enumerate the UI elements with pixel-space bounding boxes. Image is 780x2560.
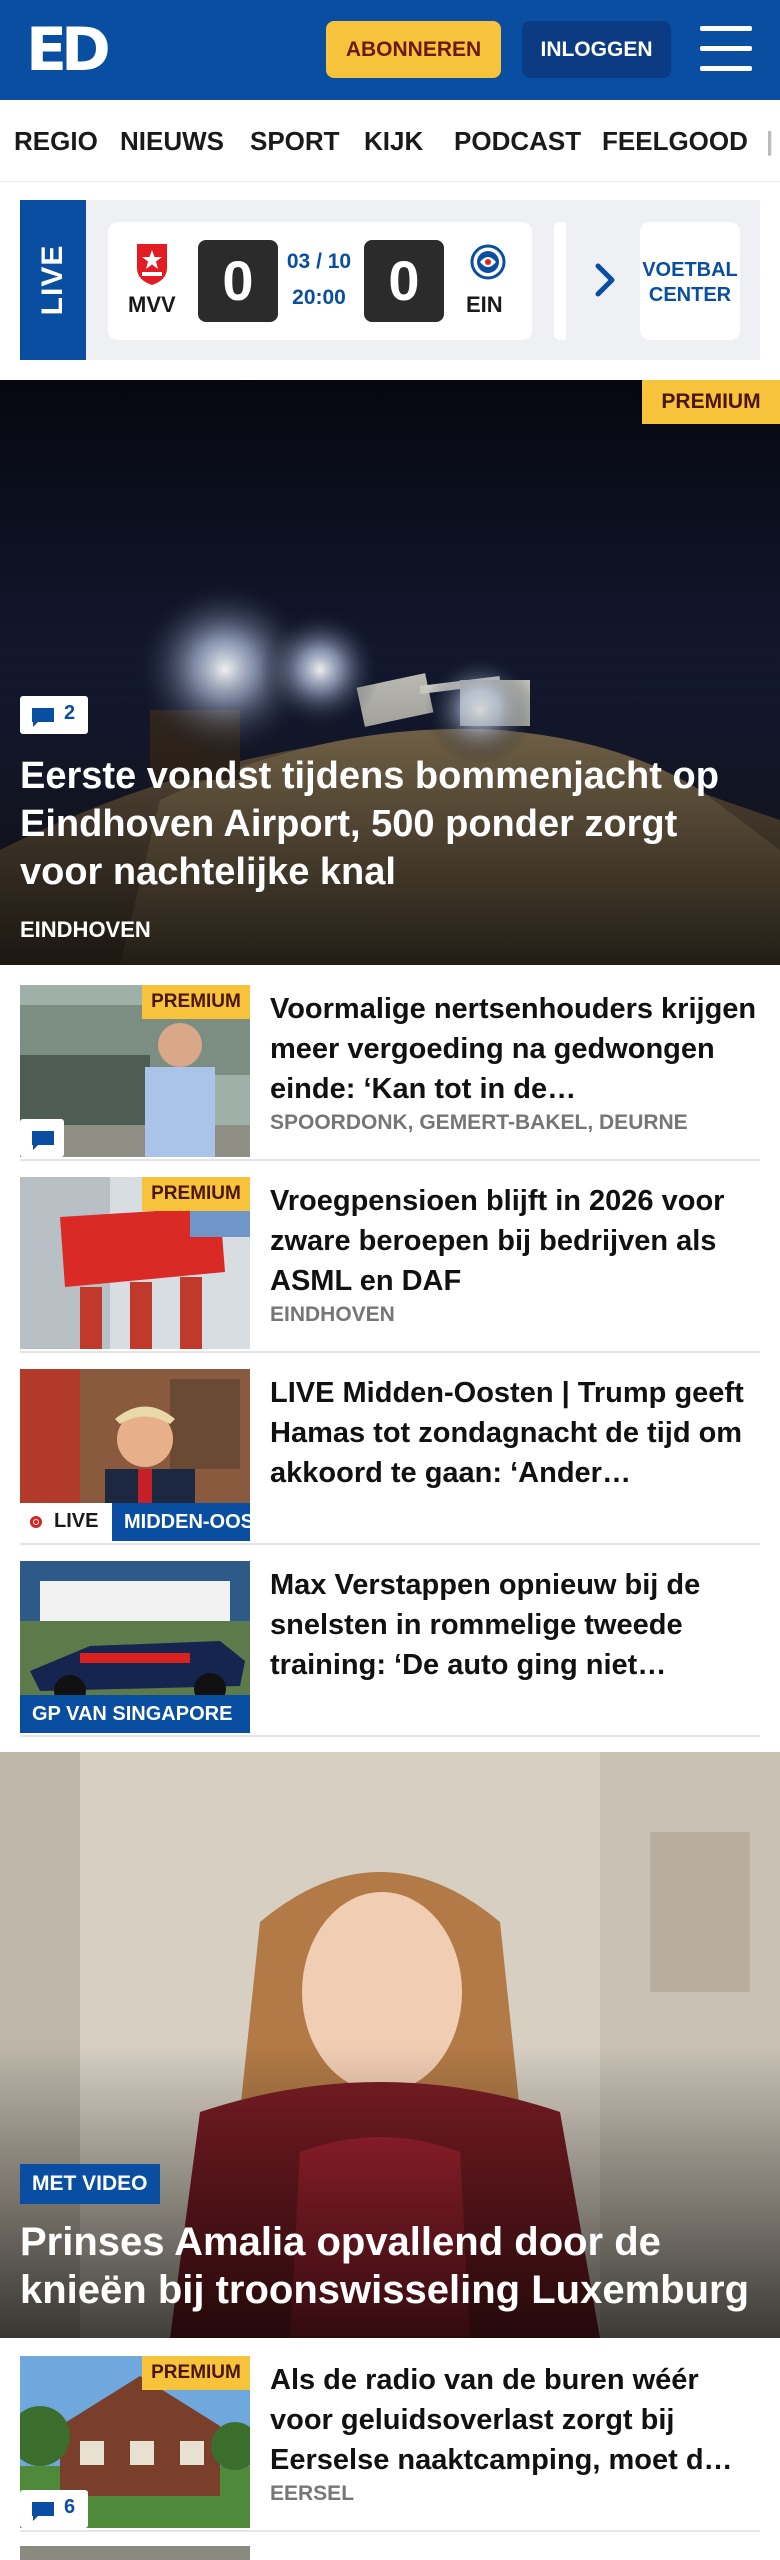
live-label: LIVE <box>20 200 86 360</box>
next-card-peek <box>554 222 566 340</box>
live-indicator-label: LIVE <box>54 1510 99 1532</box>
article-headline[interactable]: Voormalige nertsenhouders krijgen meer v… <box>270 989 760 1109</box>
article-headline[interactable]: Als de radio van de buren wéér voor gelu… <box>270 2360 760 2480</box>
premium-badge: PREMIUM <box>142 1177 250 1211</box>
article-category-ribbon: MIDDEN-OOSTEN <box>112 1503 250 1541</box>
live-dot-icon <box>30 1516 42 1528</box>
article-row[interactable]: PREMIUM 6 Als de radio van de buren wéér… <box>20 2356 760 2532</box>
hero-headline[interactable]: Eerste vondst tijdens bommenjacht op Ein… <box>20 752 760 896</box>
mvv-crest-icon <box>137 244 167 285</box>
match-time: 20:00 <box>292 286 346 309</box>
comment-count: 6 <box>64 2496 76 2518</box>
article-location: SPOORDONK, GEMERT-BAKEL, DEURNE <box>270 1111 688 1134</box>
chevron-right-icon[interactable] <box>590 260 620 300</box>
live-scoreboard: LIVE MVV 0 03 / 10 20:00 0 EIN VOETBAL C… <box>20 200 760 360</box>
article-headline[interactable]: Vroegpensioen blijft in 2026 voor zware … <box>270 1181 760 1301</box>
home-team-name: MVV <box>128 292 176 317</box>
live-indicator: LIVE <box>20 1503 112 1541</box>
next-article-thumbnail-peek <box>20 2546 250 2560</box>
login-button[interactable]: INLOGGEN <box>522 21 671 78</box>
premium-badge: PREMIUM <box>642 380 780 424</box>
ed-logo[interactable]: ED <box>26 18 118 82</box>
comment-icon <box>32 1131 54 1150</box>
article-row[interactable]: MIDDEN-OOSTEN LIVE LIVE Midden-Oosten | … <box>20 1369 760 1545</box>
section-nav: REGIO NIEUWS SPORT KIJK PODCAST FEELGOOD… <box>0 100 780 182</box>
comment-count: 2 <box>64 702 76 724</box>
voetbal-center-link[interactable]: VOETBAL CENTER <box>640 222 740 340</box>
premium-badge: PREMIUM <box>142 985 250 1019</box>
match-date: 03 / 10 <box>286 250 352 273</box>
article-row[interactable]: PREMIUM Vroegpensioen blijft in 2026 voo… <box>20 1177 760 1353</box>
article-thumbnail: PREMIUM <box>20 985 250 1157</box>
comment-icon <box>32 2502 54 2521</box>
article-thumbnail: PREMIUM <box>20 1177 250 1349</box>
nav-item-kijk[interactable]: KIJK <box>364 126 423 157</box>
feature-headline[interactable]: Prinses Amalia opvallend door de knieën … <box>20 2218 770 2314</box>
hero-article[interactable]: PREMIUM 2 Eerste vondst tijdens bommenja… <box>0 380 780 965</box>
nav-item-regio[interactable]: REGIO <box>14 126 98 157</box>
logo-text: ED <box>26 15 111 85</box>
video-tag: MET VIDEO <box>20 2164 160 2204</box>
away-team-name: EIN <box>466 292 503 317</box>
nav-overflow-indicator: | <box>766 126 774 156</box>
home-score: 0 <box>198 240 278 322</box>
comment-icon <box>32 708 54 727</box>
article-row[interactable]: GP VAN SINGAPORE Max Verstappen opnieuw … <box>20 1561 760 1737</box>
top-header: ED ABONNEREN INLOGGEN <box>0 0 780 100</box>
ein-crest-icon <box>470 244 506 280</box>
comment-badge[interactable] <box>20 1119 64 1157</box>
voetbal-center-label: VOETBAL CENTER <box>642 259 738 306</box>
article-thumbnail: PREMIUM 6 <box>20 2356 250 2528</box>
article-location: EINDHOVEN <box>270 1303 395 1326</box>
nav-item-nieuws[interactable]: NIEUWS <box>120 126 224 157</box>
live-label-text: LIVE <box>36 244 69 316</box>
nav-item-sport[interactable]: SPORT <box>250 126 340 157</box>
away-score: 0 <box>364 240 444 322</box>
feature-article[interactable]: MET VIDEO Prinses Amalia opvallend door … <box>0 1752 780 2338</box>
match-card[interactable]: MVV 0 03 / 10 20:00 0 EIN <box>108 222 532 340</box>
comment-count-badge[interactable]: 6 <box>20 2490 88 2528</box>
comment-count-badge[interactable]: 2 <box>20 696 88 734</box>
subscribe-button[interactable]: ABONNEREN <box>326 21 501 78</box>
article-thumbnail: MIDDEN-OOSTEN LIVE <box>20 1369 250 1541</box>
article-row[interactable]: PREMIUM Voormalige nertsenhouders krijge… <box>20 985 760 1161</box>
nav-item-feelgood[interactable]: FEELGOOD <box>602 126 748 157</box>
article-headline[interactable]: Max Verstappen opnieuw bij de snelsten i… <box>270 1565 760 1685</box>
hero-location: EINDHOVEN <box>20 917 151 942</box>
article-thumbnail: GP VAN SINGAPORE <box>20 1561 250 1733</box>
article-headline[interactable]: LIVE Midden-Oosten | Trump geeft Hamas t… <box>270 1373 760 1493</box>
article-location: EERSEL <box>270 2482 355 2505</box>
menu-icon[interactable] <box>700 26 752 72</box>
article-category-ribbon: GP VAN SINGAPORE <box>20 1695 250 1733</box>
premium-badge: PREMIUM <box>142 2356 250 2390</box>
nav-item-podcast[interactable]: PODCAST <box>454 126 581 157</box>
